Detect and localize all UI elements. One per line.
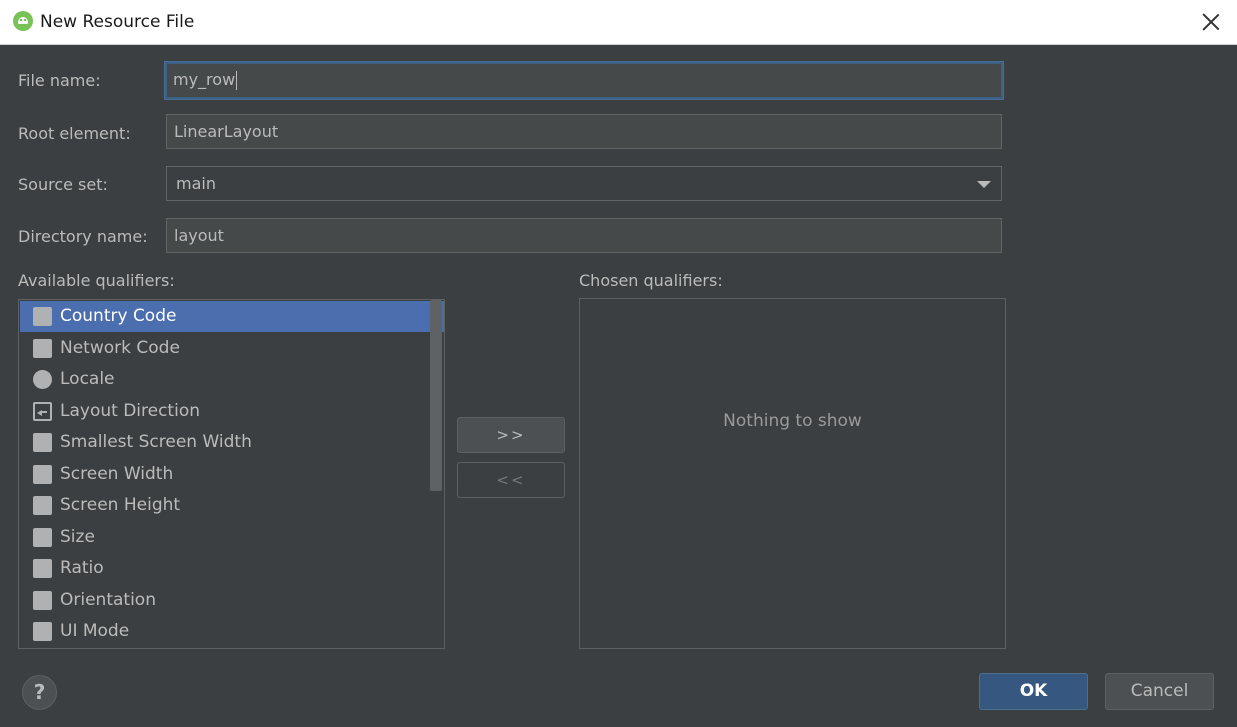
window-title: New Resource File [40,12,195,32]
list-item-label: Screen Width [60,464,174,484]
list-item-label: Orientation [60,590,156,610]
list-item-screen-height[interactable]: Screen Height [20,490,444,521]
android-studio-icon [13,11,33,31]
network-code-icon [33,339,52,358]
list-item-screen-width[interactable]: Screen Width [20,459,444,490]
list-item-label: Country Code [60,306,177,326]
list-item-layout-direction[interactable]: Layout Direction [20,396,444,427]
list-item-ui-mode[interactable]: UI Mode [20,616,444,647]
root-element-value: LinearLayout [174,122,279,141]
orientation-icon [33,591,52,610]
text-caret [236,71,238,90]
source-set-value: main [176,174,216,193]
globe-icon [33,370,52,389]
list-item-label: Locale [60,369,115,389]
help-button[interactable]: ? [22,675,57,710]
remove-qualifier-button[interactable]: << [457,462,565,498]
list-item-orientation[interactable]: Orientation [20,585,444,616]
list-item-smallest-screen-width[interactable]: Smallest Screen Width [20,427,444,458]
chosen-qualifiers-label: Chosen qualifiers: [579,271,723,290]
cancel-button[interactable]: Cancel [1105,673,1214,710]
available-qualifiers-list[interactable]: Country Code Network Code Locale Layout … [18,299,445,649]
add-qualifier-button[interactable]: >> [457,417,565,453]
screen-width-icon [33,465,52,484]
qualifiers-scrollbar[interactable] [430,300,442,491]
directory-name-value: layout [174,226,224,245]
file-name-value: my_row [173,70,236,89]
list-item-label: Size [60,527,95,547]
directory-name-input[interactable]: layout [166,218,1002,253]
ok-button[interactable]: OK [979,673,1088,710]
list-item-ratio[interactable]: Ratio [20,553,444,584]
close-icon[interactable] [1199,10,1223,34]
list-item-network-code[interactable]: Network Code [20,333,444,364]
list-item-label: Network Code [60,338,180,358]
root-element-input[interactable]: LinearLayout [166,114,1002,149]
chosen-qualifiers-list[interactable]: Nothing to show [579,298,1006,649]
chevron-down-icon [977,181,991,188]
list-item-label: Smallest Screen Width [60,432,252,452]
source-set-dropdown[interactable]: main [166,166,1002,201]
available-qualifiers-label: Available qualifiers: [18,271,175,290]
empty-state-text: Nothing to show [723,411,862,431]
file-name-label: File name: [18,71,101,90]
list-item-label: Ratio [60,558,104,578]
ui-mode-icon [33,622,52,641]
country-code-icon [33,307,52,326]
list-item-size[interactable]: Size [20,522,444,553]
list-item-country-code[interactable]: Country Code [20,301,444,332]
title-bar: New Resource File [0,0,1237,45]
layout-direction-icon [33,402,52,421]
size-icon [33,528,52,547]
directory-name-label: Directory name: [18,227,148,246]
source-set-label: Source set: [18,175,108,194]
list-item-label: UI Mode [60,621,130,641]
screen-height-icon [33,496,52,515]
smallest-screen-width-icon [33,433,52,452]
root-element-label: Root element: [18,124,131,143]
file-name-input[interactable]: my_row [165,62,1003,99]
list-item-label: Layout Direction [60,401,200,421]
list-item-locale[interactable]: Locale [20,364,444,395]
ratio-icon [33,559,52,578]
list-item-label: Screen Height [60,495,181,515]
